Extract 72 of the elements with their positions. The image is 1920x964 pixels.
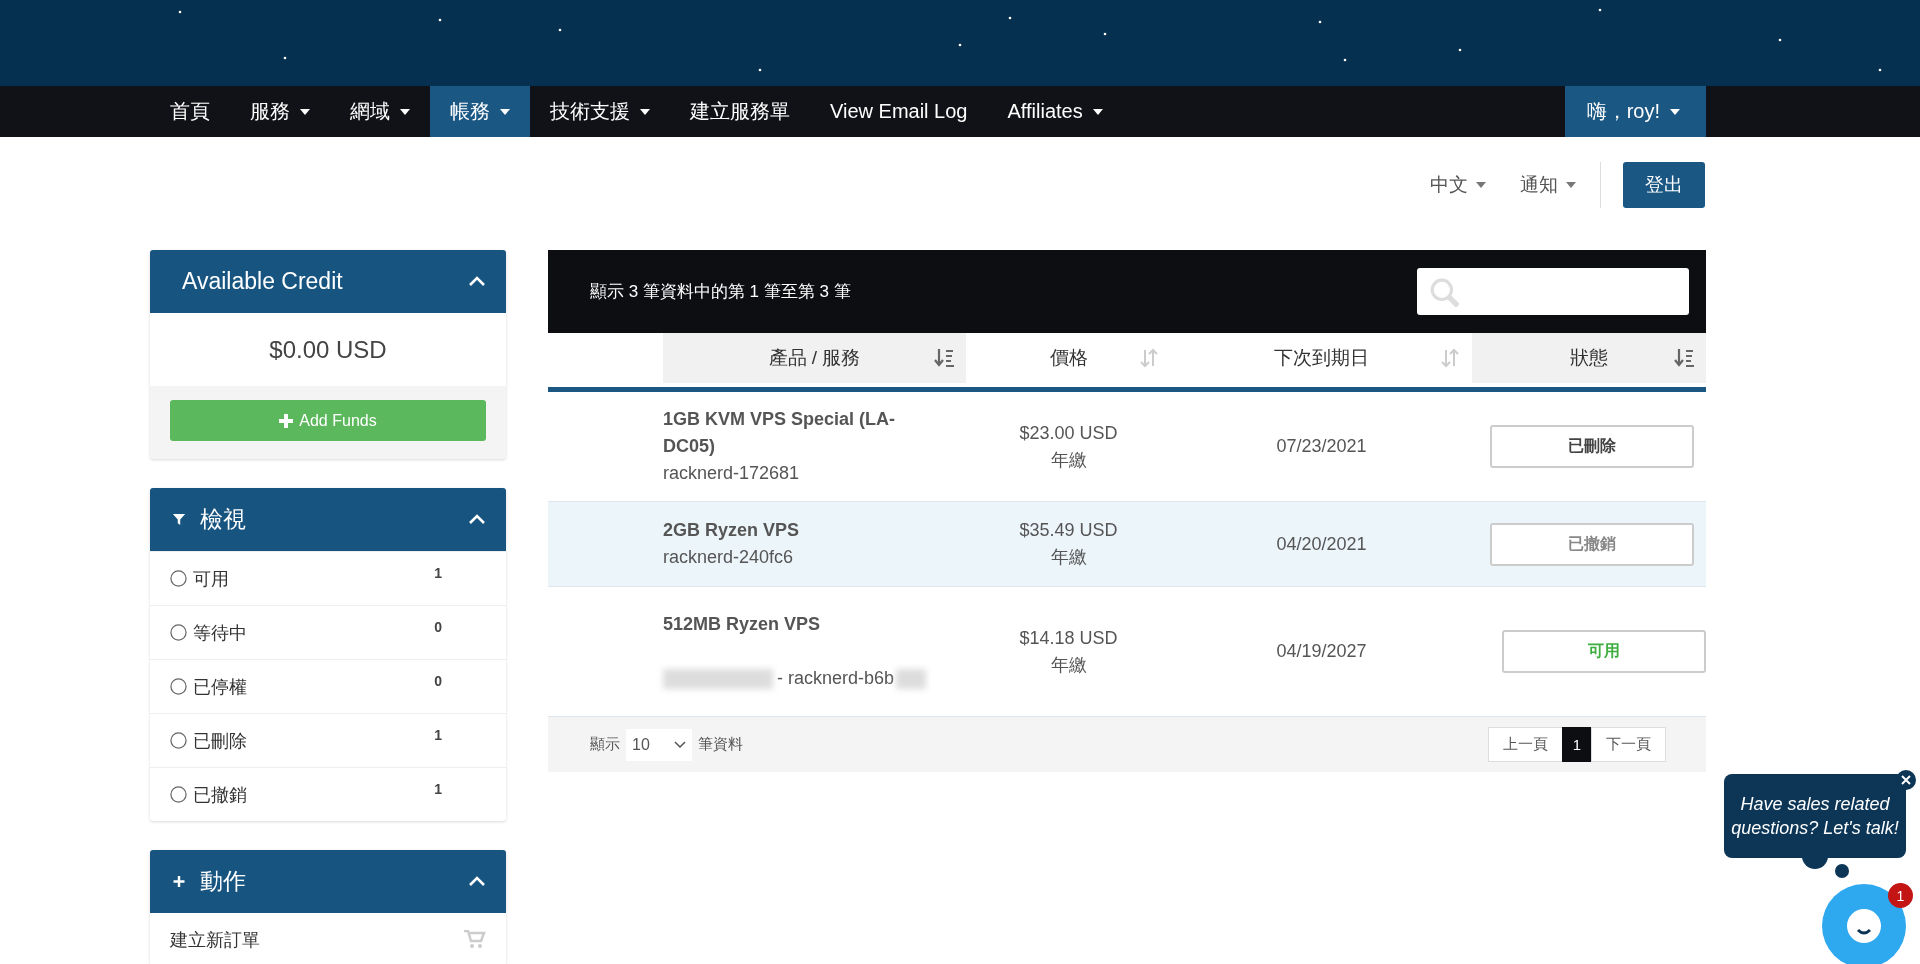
filter-option[interactable]: 可用 1: [150, 551, 506, 605]
pagination-button[interactable]: 下一頁: [1591, 727, 1666, 762]
panel-header[interactable]: 動作: [150, 850, 506, 913]
filter-option[interactable]: 已撤銷 1: [150, 767, 506, 821]
count-label: 1: [434, 727, 442, 743]
product-name[interactable]: 1GB KVM VPS Special (LA-DC05): [663, 406, 933, 460]
filter-option[interactable]: 已刪除 1: [150, 713, 506, 767]
billing-cycle: 年繳: [1050, 448, 1087, 472]
count-label: 0: [434, 673, 442, 689]
table-info: 顯示 3 筆資料中的第 1 筆至第 3 筆: [590, 281, 851, 303]
close-icon[interactable]: [1896, 770, 1916, 790]
nav-menu-item[interactable]: 首頁: [150, 86, 230, 137]
status-button[interactable]: 已刪除: [1490, 425, 1694, 468]
pagination-button[interactable]: 上一頁: [1487, 727, 1563, 762]
filter-option[interactable]: 已停權 0: [150, 659, 506, 713]
cart-icon: [464, 930, 486, 949]
panel-header[interactable]: 檢視: [150, 488, 506, 551]
panel-header[interactable]: Available Credit: [150, 250, 506, 313]
column-header[interactable]: 下次到期日: [1171, 333, 1472, 383]
nav-menu-item[interactable]: 網域: [330, 86, 430, 137]
domain-name: racknerd-240fc6: [663, 546, 795, 569]
domain-name: racknerd-172681: [663, 462, 801, 485]
domain-name: - racknerd-b6b: [777, 668, 895, 688]
page-size-label: 顯示: [590, 735, 620, 754]
user-menu[interactable]: 嗨，roy!: [1564, 86, 1706, 137]
price-text: $14.18 USD: [1019, 626, 1118, 650]
sort-descending-icon: [934, 348, 954, 368]
due-date: 07/23/2021: [1276, 435, 1367, 458]
chat-icon: [1844, 906, 1884, 946]
sort-descending-icon: [1674, 348, 1694, 368]
column-header[interactable]: 產品 / 服務: [663, 333, 966, 383]
status-button[interactable]: 已撤銷: [1490, 522, 1694, 566]
column-header[interactable]: 價格: [966, 333, 1171, 383]
credit-amount: $0.00 USD: [268, 335, 388, 365]
billing-cycle: 年繳: [1050, 653, 1087, 677]
caret-icon: [1566, 182, 1576, 188]
nav-menu-item[interactable]: 帳務: [430, 86, 530, 137]
sort-icon: [1440, 348, 1460, 368]
logout-button[interactable]: 登出: [1623, 162, 1705, 208]
billing-cycle: 年繳: [1050, 546, 1087, 569]
count-label: 1: [434, 781, 442, 797]
nav-menu-item[interactable]: View Email Log: [810, 86, 988, 137]
nav-menu-item[interactable]: 技術支援: [530, 86, 670, 137]
notifications-menu[interactable]: 通知: [1520, 172, 1576, 198]
filter-icon: [170, 514, 188, 525]
chat-launcher-button[interactable]: [1822, 884, 1906, 964]
filter-option[interactable]: 等待中 0: [150, 605, 506, 659]
column-header[interactable]: 狀態: [1472, 333, 1706, 383]
page-size-select[interactable]: 10: [626, 728, 692, 761]
price-text: $35.49 USD: [1019, 519, 1118, 542]
action-link[interactable]: 建立新訂單: [170, 927, 260, 952]
product-name[interactable]: 512MB Ryzen VPS: [663, 611, 933, 638]
sort-icon: [1139, 348, 1159, 368]
chat-bubble: Have sales related questions? Let's talk!: [1724, 774, 1906, 858]
nav-menu-item[interactable]: 建立服務單: [670, 86, 810, 137]
nav-menu-item[interactable]: 服務: [230, 86, 330, 137]
language-menu[interactable]: 中文: [1430, 172, 1486, 198]
caret-icon: [1476, 182, 1486, 188]
page-size-label: 筆資料: [698, 735, 743, 754]
chevron-down-icon: [674, 741, 686, 748]
product-name[interactable]: 2GB Ryzen VPS: [663, 517, 933, 544]
notification-badge: 1: [1888, 883, 1913, 908]
plus-icon: [279, 413, 294, 428]
nav-menu-item[interactable]: Affiliates: [987, 86, 1123, 137]
search-field[interactable]: [1417, 268, 1689, 315]
count-label: 1: [434, 565, 442, 581]
count-label: 0: [434, 619, 442, 635]
bubble-tail-drawing: [1802, 856, 1852, 880]
due-date: 04/20/2021: [1276, 532, 1367, 556]
due-date: 04/19/2027: [1276, 640, 1367, 663]
price-text: $23.00 USD: [1019, 421, 1118, 445]
search-icon: [1429, 276, 1459, 307]
